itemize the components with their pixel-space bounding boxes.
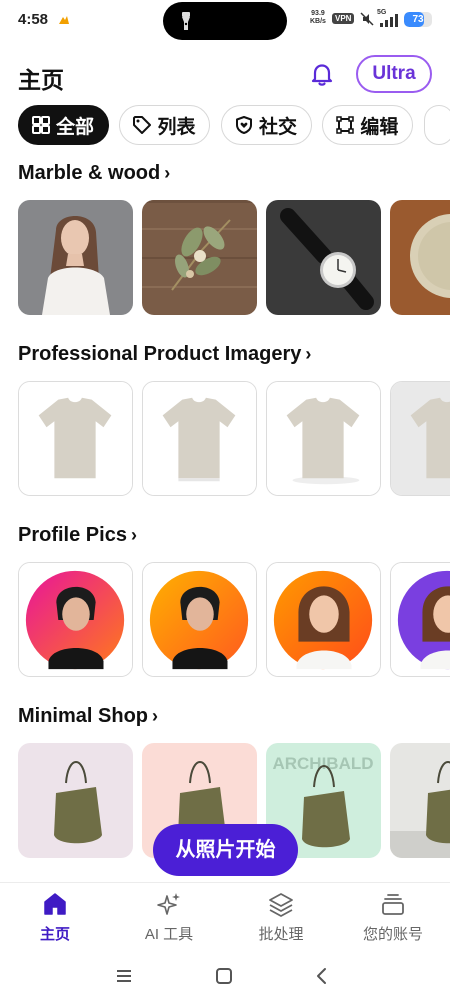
system-navigation-bar: [0, 954, 450, 1000]
section-title-link[interactable]: Professional Product Imagery ›: [18, 343, 311, 366]
template-profile-orange[interactable]: [142, 562, 257, 677]
profile-smile-image: [267, 563, 380, 676]
tshirt-image: [143, 382, 256, 495]
speed-value: 93.9: [311, 10, 325, 17]
status-bar: 4:58 93.9 KB/s VPN 5G 73: [0, 0, 450, 40]
template-woman-portrait[interactable]: [18, 200, 133, 315]
section-title-link[interactable]: Profile Pics ›: [18, 524, 137, 547]
nav-label: 您的账号: [362, 926, 423, 943]
back-icon[interactable]: [310, 964, 334, 988]
template-row: [18, 200, 450, 316]
chevron-right-icon: ›: [305, 344, 312, 364]
chip-all[interactable]: 全部: [18, 105, 110, 145]
template-profile-purple[interactable]: [390, 562, 450, 677]
dried-flowers-image: [142, 200, 257, 315]
tshirt-image: [19, 382, 132, 495]
signal-icon: [380, 14, 398, 27]
tshirt-image: [267, 382, 380, 495]
battery-indicator: 73: [404, 12, 432, 27]
template-bag-grey[interactable]: [390, 743, 450, 858]
chevron-right-icon: ›: [130, 525, 137, 545]
template-row: [18, 381, 450, 497]
chip-social[interactable]: 社交: [220, 105, 312, 145]
section-product-imagery: Professional Product Imagery ›: [0, 343, 450, 523]
crop-frame-icon: [336, 116, 355, 134]
template-wristwatch[interactable]: [266, 200, 381, 315]
chip-more[interactable]: [423, 105, 450, 145]
chip-label: 全部: [56, 116, 95, 138]
bell-icon[interactable]: [308, 60, 336, 88]
battery-level: 73: [412, 14, 424, 25]
section-title-link[interactable]: Minimal Shop ›: [18, 705, 158, 728]
heart-shield-icon: [235, 116, 252, 134]
bottom-navigation: 主页 AI 工具 批处理 您的账号: [0, 882, 450, 954]
chevron-right-icon: ›: [164, 163, 171, 183]
tshirt-image: [391, 382, 450, 495]
ceramic-plate-image: [390, 200, 450, 315]
section-profile-pics: Profile Pics ›: [0, 524, 450, 704]
ultra-upgrade-button[interactable]: Ultra: [356, 55, 432, 93]
wristwatch-image: [266, 200, 381, 315]
sparkle-icon: [157, 893, 180, 915]
brand-watermark: ARCHIBALD: [272, 754, 373, 773]
grid-icon: [32, 116, 50, 134]
section-title: Profile Pics: [18, 524, 127, 546]
home-button-icon[interactable]: [212, 964, 236, 988]
page-title: 主页: [18, 67, 64, 93]
section-marble-wood: Marble & wood ›: [0, 162, 450, 342]
template-tshirt-white[interactable]: [18, 381, 133, 496]
section-title: Minimal Shop: [18, 705, 148, 727]
section-title: Professional Product Imagery: [18, 343, 302, 365]
nav-home[interactable]: 主页: [0, 891, 110, 944]
nav-ai-tools[interactable]: AI 工具: [114, 891, 224, 944]
profile-orange-image: [143, 563, 256, 676]
speed-unit: KB/s: [310, 18, 326, 25]
template-tshirt-shadow[interactable]: [142, 381, 257, 496]
layers-icon: [269, 893, 293, 917]
template-dried-flowers[interactable]: [142, 200, 257, 315]
template-profile-smile[interactable]: [266, 562, 381, 677]
section-title: Marble & wood: [18, 162, 161, 184]
flashlight-icon: [182, 12, 190, 30]
chevron-right-icon: ›: [152, 706, 158, 726]
nav-batch[interactable]: 批处理: [226, 891, 336, 944]
nav-label: 批处理: [258, 926, 304, 943]
chip-label: 编辑: [360, 116, 399, 138]
bag-grey-image: [390, 743, 450, 858]
nav-label: AI 工具: [144, 926, 194, 943]
chip-label: 社交: [258, 116, 297, 138]
template-bag-lilac[interactable]: [18, 743, 133, 858]
woman-portrait-image: [18, 200, 133, 315]
camera-cutout: [163, 2, 287, 40]
app-header: 主页 Ultra: [0, 52, 450, 100]
section-title-link[interactable]: Marble & wood ›: [18, 162, 170, 185]
network-speed: 93.9 KB/s: [310, 10, 326, 26]
start-from-photo-button[interactable]: 从照片开始: [153, 824, 298, 876]
clock: 4:58: [18, 11, 49, 28]
nav-account[interactable]: 您的账号: [338, 891, 448, 944]
account-icon: [382, 894, 404, 915]
home-icon: [44, 893, 66, 915]
chip-label: 列表: [157, 116, 196, 138]
nav-label: 主页: [39, 926, 70, 943]
bag-lilac-image: [18, 743, 133, 858]
mute-icon: [360, 12, 374, 26]
template-tshirt-soft[interactable]: [266, 381, 381, 496]
profile-purple-image: [391, 563, 450, 676]
template-profile-pink[interactable]: [18, 562, 133, 677]
notification-app-icon: [59, 16, 69, 24]
tag-icon: [133, 116, 152, 134]
recents-icon[interactable]: [112, 964, 136, 988]
template-tshirt-grey[interactable]: [390, 381, 450, 496]
chip-edit[interactable]: 编辑: [322, 105, 414, 145]
filter-chips: 全部 列表 社交 编辑: [18, 105, 450, 145]
chip-list[interactable]: 列表: [119, 105, 211, 145]
vpn-badge: VPN: [332, 13, 355, 24]
template-ceramic-plate[interactable]: [390, 200, 450, 315]
profile-pink-image: [19, 563, 132, 676]
template-row: [18, 562, 450, 678]
